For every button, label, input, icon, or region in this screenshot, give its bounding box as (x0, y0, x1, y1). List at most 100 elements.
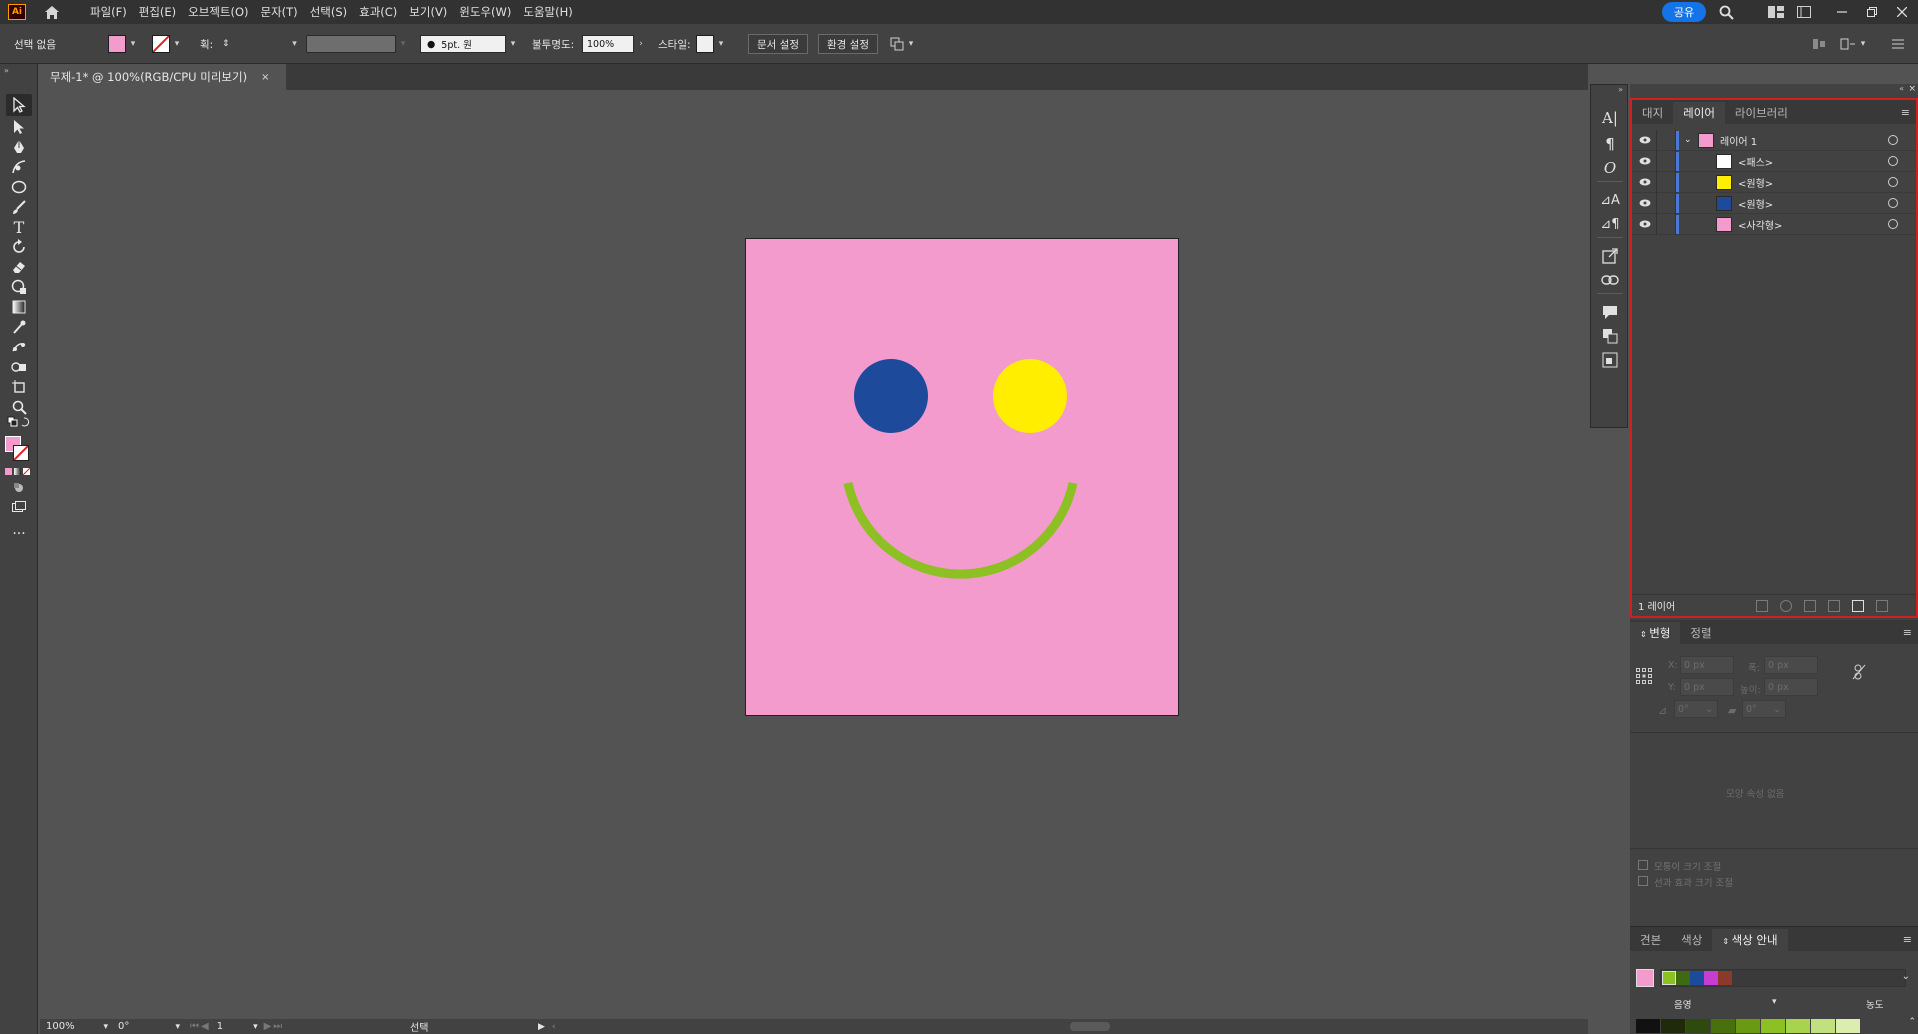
paintbrush-tool-icon[interactable] (6, 196, 32, 218)
horizontal-scrollbar[interactable] (1070, 1022, 1110, 1031)
left-eye-circle[interactable] (854, 359, 928, 433)
opacity-control[interactable]: 100% › (582, 34, 648, 54)
chevron-up-icon[interactable]: ⌃ (1908, 1017, 1916, 1027)
style-control[interactable]: ▾ (696, 34, 728, 54)
menu-view[interactable]: 보기(V) (403, 0, 453, 24)
lock-toggle[interactable] (1656, 213, 1676, 235)
home-icon[interactable] (40, 0, 64, 24)
draw-mode-icon[interactable] (6, 480, 32, 496)
paragraph-panel-icon[interactable]: ¶ (1598, 133, 1622, 155)
color-variation-swatch[interactable] (1686, 1019, 1710, 1033)
type-tool-icon[interactable]: T (6, 216, 32, 238)
tab-artboards[interactable]: 대지 (1632, 102, 1673, 124)
background-rectangle[interactable] (745, 238, 1179, 716)
harmony-swatch[interactable] (1662, 971, 1676, 985)
menu-file[interactable]: 파일(F) (84, 0, 133, 24)
document-tab[interactable]: 무제-1* @ 100%(RGB/CPU 미리보기) × (40, 64, 286, 90)
harmony-swatch[interactable] (1690, 971, 1704, 985)
locate-object-icon[interactable] (1780, 600, 1792, 612)
comments-panel-icon[interactable] (1598, 301, 1622, 323)
chevron-down-icon[interactable]: ⌄ (1684, 135, 1692, 145)
target-circle-icon[interactable] (1888, 135, 1898, 145)
next-artboard-icon[interactable]: ▶⏭ (264, 1021, 285, 1032)
menu-effect[interactable]: 효과(C) (353, 0, 403, 24)
scale-strokes-checkbox[interactable] (1638, 876, 1648, 886)
reference-point-icon[interactable] (1636, 668, 1652, 687)
harmony-swatch[interactable] (1704, 971, 1718, 985)
search-icon[interactable] (1714, 0, 1738, 24)
fill-swatch[interactable] (108, 35, 126, 53)
target-circle-icon[interactable] (1888, 177, 1898, 187)
more-tools-icon[interactable]: ··· (6, 526, 32, 542)
arrange-documents-icon[interactable]: ▾ (890, 34, 918, 54)
visibility-eye-icon[interactable] (1638, 217, 1652, 231)
share-button[interactable]: 공유 (1662, 2, 1706, 22)
layer-row[interactable]: <사각형> (1632, 213, 1916, 235)
collapse-toolbar-icon[interactable]: » (4, 66, 9, 75)
right-eye-circle[interactable] (993, 359, 1067, 433)
angle-field[interactable]: 0° ⌄ (1674, 700, 1718, 718)
menu-type[interactable]: 문자(T) (255, 0, 304, 24)
delete-icon[interactable] (1876, 600, 1888, 612)
variable-width-control[interactable]: ▾ (306, 34, 410, 54)
panel-menu-icon[interactable]: ≡ (1903, 626, 1912, 639)
collapse-dock-icon[interactable]: « (1899, 84, 1904, 93)
minimize-icon[interactable] (1830, 0, 1854, 24)
chevron-down-icon[interactable]: ▾ (904, 35, 918, 53)
target-circle-icon[interactable] (1888, 219, 1898, 229)
height-field[interactable]: 0 px (1764, 678, 1818, 696)
color-variation-swatch[interactable] (1661, 1019, 1685, 1033)
scale-corners-checkbox[interactable] (1638, 860, 1648, 870)
status-menu-icon[interactable]: ▶ (538, 1019, 545, 1034)
panel-menu-icon[interactable]: ≡ (1901, 106, 1910, 119)
chevron-down-icon[interactable]: ▾ (103, 1022, 108, 1032)
panel-menu-icon[interactable] (1892, 34, 1904, 54)
chevron-right-icon[interactable]: › (634, 35, 648, 53)
style-swatch[interactable] (696, 35, 714, 53)
chevron-down-icon[interactable]: ▾ (1856, 35, 1870, 53)
visibility-eye-icon[interactable] (1638, 133, 1652, 147)
lock-toggle[interactable] (1656, 150, 1676, 172)
tab-layers[interactable]: 레이어 (1673, 102, 1725, 124)
expand-dock-icon[interactable]: » (1618, 85, 1623, 94)
close-dock-icon[interactable]: × (1908, 84, 1916, 94)
visibility-eye-icon[interactable] (1638, 175, 1652, 189)
constrain-proportions-icon[interactable] (1852, 664, 1866, 683)
shear-field[interactable]: 0° ⌄ (1742, 700, 1786, 718)
preferences-button[interactable]: 환경 설정 (818, 34, 878, 54)
puppet-warp-tool-icon[interactable] (6, 336, 32, 358)
layer-row[interactable]: ⌄ 레이어 1 (1632, 129, 1916, 151)
stroke-color-swatch[interactable] (13, 445, 29, 461)
gradient-mode-icon[interactable] (14, 468, 21, 475)
rotate-tool-icon[interactable] (6, 236, 32, 258)
close-icon[interactable] (1890, 0, 1914, 24)
tab-color-guide[interactable]: ⇕ 색상 안내 (1712, 929, 1788, 951)
base-color-swatch[interactable] (1636, 969, 1654, 987)
screen-mode-icon[interactable] (6, 498, 32, 516)
shape-builder-tool-icon[interactable] (6, 356, 32, 378)
variable-width-field[interactable] (306, 35, 396, 53)
pen-tool-icon[interactable] (6, 136, 32, 158)
width-field[interactable]: 0 px (1764, 656, 1818, 674)
tab-libraries[interactable]: 라이브러리 (1725, 102, 1798, 124)
close-tab-icon[interactable]: × (261, 72, 269, 83)
clipping-mask-icon[interactable] (1804, 600, 1816, 612)
menu-edit[interactable]: 편집(E) (133, 0, 182, 24)
canvas-area[interactable] (40, 90, 1588, 1019)
gradient-tool-icon[interactable] (6, 296, 32, 318)
new-sublayer-icon[interactable] (1828, 600, 1840, 612)
lock-toggle[interactable] (1656, 129, 1676, 151)
none-mode-icon[interactable] (23, 468, 30, 475)
ellipse-tool-icon[interactable] (6, 176, 32, 198)
fill-stroke-swatches[interactable] (4, 436, 34, 464)
menu-object[interactable]: 오브젝트(O) (182, 0, 254, 24)
color-variation-swatch[interactable] (1736, 1019, 1760, 1033)
opacity-field[interactable]: 100% (582, 35, 634, 53)
color-variation-swatch[interactable] (1786, 1019, 1810, 1033)
scroll-left-icon[interactable]: ‹ (552, 1019, 556, 1034)
artboard-tool-icon[interactable] (6, 376, 32, 398)
pathfinder-panel-icon[interactable] (1598, 325, 1622, 347)
chevron-down-icon[interactable]: ▾ (506, 35, 520, 53)
export-icon[interactable] (1756, 600, 1768, 612)
selection-tool-icon[interactable] (6, 94, 32, 116)
